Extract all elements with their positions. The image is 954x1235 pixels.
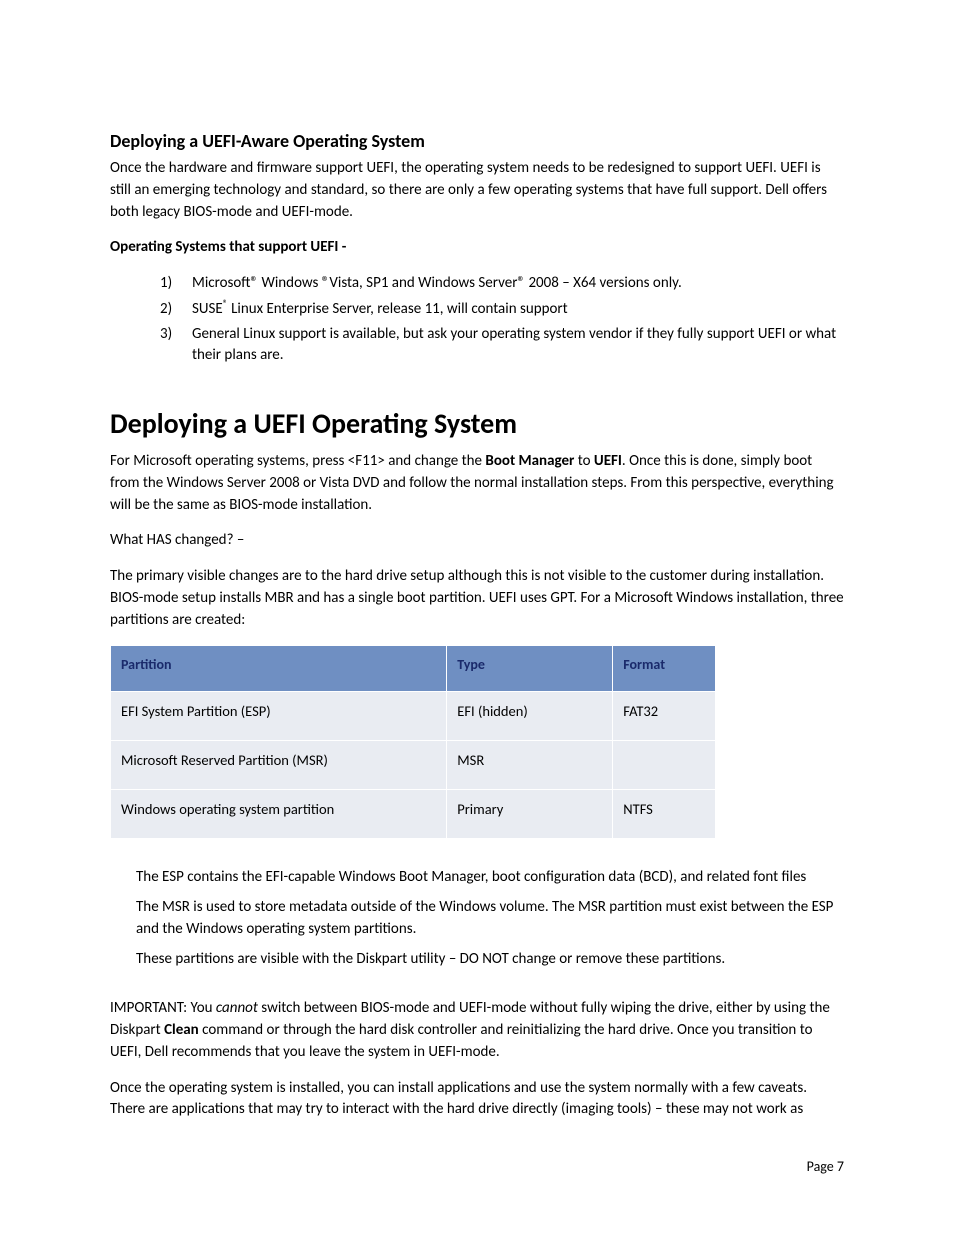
th-format: Format — [613, 646, 716, 692]
os-list-item: General Linux support is available, but … — [192, 324, 844, 366]
section2-changes: The primary visible changes are to the h… — [110, 566, 844, 631]
td: MSR — [447, 741, 613, 790]
td: Primary — [447, 790, 613, 839]
table-row: Windows operating system partition Prima… — [111, 790, 716, 839]
table-row: Microsoft Reserved Partition (MSR) MSR — [111, 741, 716, 790]
text: to — [574, 452, 594, 470]
note: The ESP contains the EFI-capable Windows… — [136, 867, 844, 889]
section2-question: What HAS changed? – — [110, 530, 844, 552]
table-header-row: Partition Type Format — [111, 646, 716, 692]
page-number: Page 7 — [807, 1158, 844, 1175]
td: FAT32 — [613, 692, 716, 741]
os-list-item: Microsoft® Windows ®Vista, SP1 and Windo… — [192, 273, 844, 294]
important-note: IMPORTANT: You cannot switch between BIO… — [110, 998, 844, 1063]
os-list-item: SUSE® Linux Enterprise Server, release 1… — [192, 298, 844, 320]
closing-paragraph: Once the operating system is installed, … — [110, 1078, 844, 1122]
section1-heading: Deploying a UEFI-Aware Operating System — [110, 130, 844, 152]
th-partition: Partition — [111, 646, 447, 692]
os-list: Microsoft® Windows ®Vista, SP1 and Windo… — [110, 273, 844, 366]
text: command or through the hard disk control… — [110, 1021, 813, 1061]
table-notes: The ESP contains the EFI-capable Windows… — [136, 867, 844, 970]
text-bold: Clean — [164, 1021, 199, 1039]
td: EFI System Partition (ESP) — [111, 692, 447, 741]
text-bold: Boot Manager — [485, 452, 574, 470]
td: NTFS — [613, 790, 716, 839]
text: SUSE — [192, 300, 223, 318]
partition-table: Partition Type Format EFI System Partiti… — [110, 645, 716, 839]
section2-intro: For Microsoft operating systems, press <… — [110, 451, 844, 516]
page: Deploying a UEFI-Aware Operating System … — [0, 0, 954, 1235]
td: EFI (hidden) — [447, 692, 613, 741]
section1-subhead: Operating Systems that support UEFI - — [110, 237, 844, 259]
text-italic: cannot — [216, 999, 258, 1017]
td — [613, 741, 716, 790]
table-row: EFI System Partition (ESP) EFI (hidden) … — [111, 692, 716, 741]
note: The MSR is used to store metadata outsid… — [136, 897, 844, 941]
text: Linux Enterprise Server, release 11, wil… — [228, 300, 568, 318]
text: For Microsoft operating systems, press <… — [110, 452, 485, 470]
text-bold: UEFI — [594, 452, 622, 470]
td: Microsoft Reserved Partition (MSR) — [111, 741, 447, 790]
td: Windows operating system partition — [111, 790, 447, 839]
section1-intro: Once the hardware and firmware support U… — [110, 158, 844, 223]
th-type: Type — [447, 646, 613, 692]
section2-heading: Deploying a UEFI Operating System — [110, 406, 844, 441]
text: IMPORTANT: You — [110, 999, 216, 1017]
note: These partitions are visible with the Di… — [136, 949, 844, 971]
